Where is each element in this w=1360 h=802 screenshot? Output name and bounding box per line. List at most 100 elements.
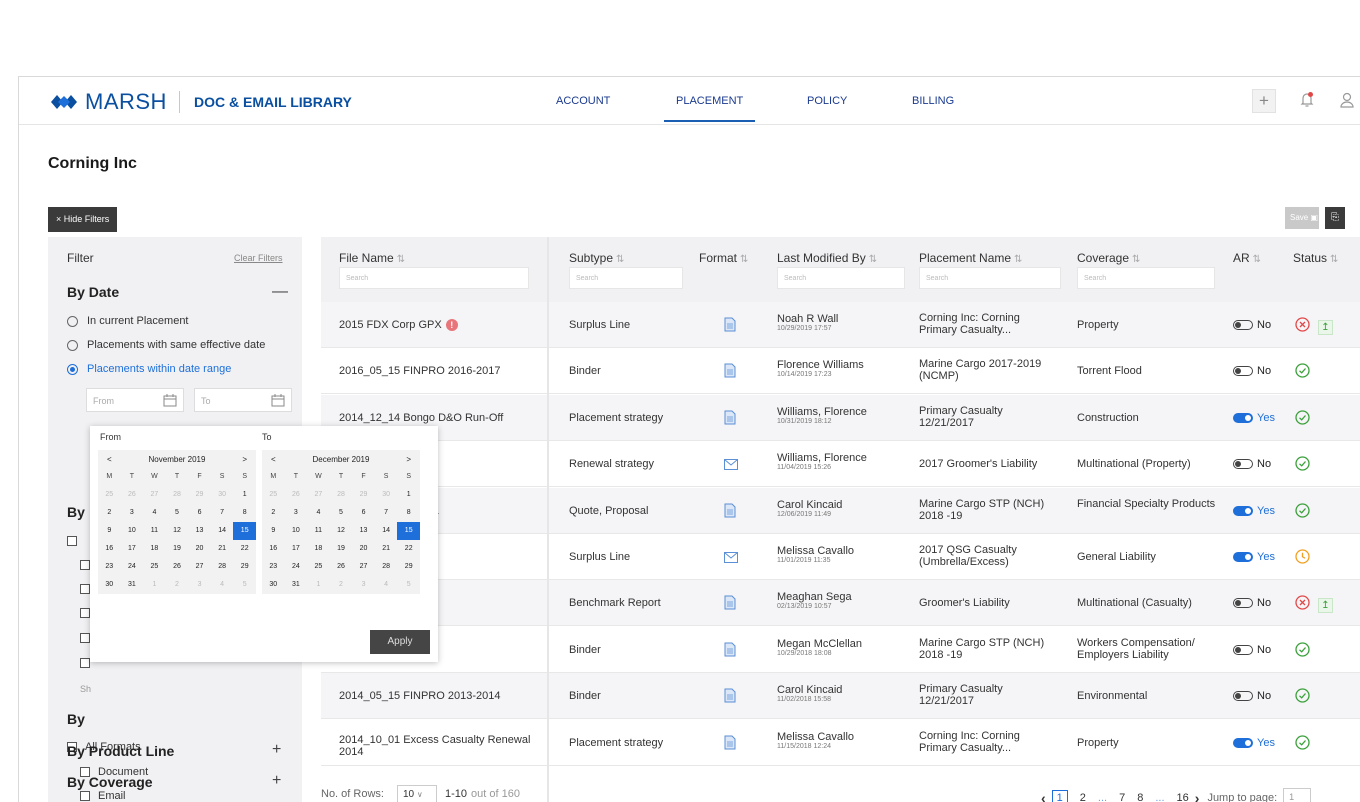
- calendar-day[interactable]: 25: [307, 558, 330, 576]
- file-name-cell[interactable]: 2016_05_15 FINPRO 2016-2017: [339, 365, 539, 377]
- table-row[interactable]: 2016_05_15 FINPRO 2016-2017 Binder Florenc…: [321, 348, 1360, 395]
- calendar-day[interactable]: 28: [375, 558, 398, 576]
- page-7-button[interactable]: 7: [1119, 792, 1125, 802]
- prev-month-button[interactable]: <: [107, 455, 112, 464]
- table-row[interactable]: x Umbrella RenewalBinderMegan McClellan1…: [321, 627, 1360, 673]
- calendar-day[interactable]: 17: [285, 540, 308, 558]
- from-date-input[interactable]: From: [86, 388, 184, 412]
- search-input[interactable]: Search: [919, 267, 1061, 289]
- ar-toggle[interactable]: Yes: [1233, 737, 1275, 749]
- email-icon[interactable]: [724, 459, 738, 473]
- upload-icon[interactable]: ↥: [1318, 597, 1333, 613]
- calendar-day[interactable]: 2: [98, 504, 121, 522]
- calendar-day[interactable]: 3: [121, 504, 144, 522]
- calendar-day[interactable]: 24: [285, 558, 308, 576]
- calendar-day[interactable]: 1: [233, 486, 256, 504]
- ar-toggle[interactable]: Yes: [1233, 505, 1275, 517]
- calendar-day[interactable]: 30: [262, 576, 285, 594]
- document-icon[interactable]: [724, 503, 736, 521]
- file-name-cell[interactable]: 2014_05_15 FINPRO 2013-2014: [339, 690, 539, 702]
- calendar-day[interactable]: 27: [143, 486, 166, 504]
- calendar-day[interactable]: 30: [375, 486, 398, 504]
- calendar-day[interactable]: 19: [330, 540, 353, 558]
- calendar-day[interactable]: 7: [211, 504, 234, 522]
- page-1-button[interactable]: 1: [1051, 789, 1068, 802]
- calendar-day[interactable]: 22: [233, 540, 256, 558]
- calendar-day[interactable]: 24: [121, 558, 144, 576]
- calendar-day[interactable]: 27: [307, 486, 330, 504]
- calendar-day[interactable]: 10: [121, 522, 144, 540]
- calendar-day[interactable]: 25: [98, 486, 121, 504]
- calendar-day[interactable]: 5: [330, 504, 353, 522]
- page-16-button[interactable]: 16: [1177, 792, 1189, 802]
- calendar-day[interactable]: 23: [262, 558, 285, 576]
- calendar-day[interactable]: 12: [330, 522, 353, 540]
- calendar-day[interactable]: 14: [375, 522, 398, 540]
- expand-icon[interactable]: +: [272, 741, 281, 759]
- calendar-day[interactable]: 4: [375, 576, 398, 594]
- calendar-day[interactable]: 15: [397, 522, 420, 540]
- marsh-logo[interactable]: MARSH: [49, 89, 167, 115]
- calendar-day[interactable]: 26: [285, 486, 308, 504]
- column-header-coverage[interactable]: Coverage ⇅: [1077, 251, 1140, 265]
- user-icon[interactable]: [1339, 91, 1355, 114]
- by-section-heading[interactable]: By: [67, 504, 85, 520]
- next-month-button[interactable]: >: [242, 455, 247, 464]
- next-month-button[interactable]: >: [406, 455, 411, 464]
- table-row[interactable]: 2015 FDX Corp GPX! Surplus Line Noah R Wal…: [321, 302, 1360, 348]
- nav-placement[interactable]: PLACEMENT: [664, 95, 756, 122]
- calendar-day[interactable]: 16: [262, 540, 285, 558]
- show-more-link[interactable]: Sh: [80, 684, 91, 694]
- ar-toggle[interactable]: No: [1233, 365, 1271, 377]
- calendar-day[interactable]: 29: [233, 558, 256, 576]
- table-row[interactable]: ion 05-15-2014!Benchmark ReportMeaghan S…: [321, 580, 1360, 627]
- checkbox-row[interactable]: [67, 536, 85, 546]
- bell-icon[interactable]: [1299, 91, 1315, 114]
- placement-name-cell[interactable]: Corning Inc: Corning Primary Casualty...: [919, 730, 1059, 754]
- calendar-day[interactable]: 6: [352, 504, 375, 522]
- placement-name-cell[interactable]: Primary Casualty 12/21/2017: [919, 683, 1059, 707]
- placement-name-cell[interactable]: 2017 QSG Casualty (Umbrella/Excess): [919, 544, 1059, 568]
- column-header-file-name[interactable]: File Name ⇅: [339, 251, 405, 265]
- search-input[interactable]: Search: [339, 267, 529, 289]
- calendar-day[interactable]: 4: [143, 504, 166, 522]
- calendar-day[interactable]: 12: [166, 522, 189, 540]
- calendar-day[interactable]: 11: [143, 522, 166, 540]
- file-name-cell[interactable]: 2014_10_01 Excess Casualty Renewal 2014: [339, 734, 539, 758]
- calendar-day[interactable]: 3: [188, 576, 211, 594]
- export-icon[interactable]: ⎘: [1325, 207, 1345, 229]
- search-input[interactable]: Search: [569, 267, 683, 289]
- calendar-day[interactable]: 9: [262, 522, 285, 540]
- table-row[interactable]: 2014_05_15 FINPRO 2013-2014 Binder Carol K…: [321, 673, 1360, 720]
- calendar-day[interactable]: 6: [188, 504, 211, 522]
- calendar-day[interactable]: 25: [143, 558, 166, 576]
- calendar-day[interactable]: 2: [262, 504, 285, 522]
- ar-toggle[interactable]: Yes: [1233, 412, 1275, 424]
- document-icon[interactable]: [724, 688, 736, 706]
- calendar-day[interactable]: 25: [262, 486, 285, 504]
- calendar-day[interactable]: 30: [211, 486, 234, 504]
- page-2-button[interactable]: 2: [1080, 792, 1086, 802]
- email-icon[interactable]: [724, 552, 738, 566]
- calendar-day[interactable]: 13: [188, 522, 211, 540]
- by-format-heading[interactable]: By: [67, 711, 85, 727]
- calendar-day[interactable]: 5: [166, 504, 189, 522]
- calendar-day[interactable]: 3: [352, 576, 375, 594]
- ar-toggle[interactable]: No: [1233, 690, 1271, 702]
- nav-policy[interactable]: POLICY: [807, 95, 847, 107]
- calendar-day[interactable]: 10: [285, 522, 308, 540]
- calendar-day[interactable]: 28: [211, 558, 234, 576]
- ar-toggle[interactable]: Yes: [1233, 551, 1275, 563]
- document-icon[interactable]: [724, 410, 736, 428]
- placement-name-cell[interactable]: Marine Cargo STP (NCH) 2018 -19: [919, 498, 1059, 522]
- upload-icon[interactable]: ↥: [1318, 319, 1333, 335]
- by-date-heading[interactable]: By Date: [67, 284, 119, 300]
- calendar-day[interactable]: 8: [397, 504, 420, 522]
- calendar-day[interactable]: 20: [188, 540, 211, 558]
- calendar-day[interactable]: 2: [166, 576, 189, 594]
- placement-name-cell[interactable]: Primary Casualty 12/21/2017: [919, 405, 1059, 429]
- calendar-day[interactable]: 15: [233, 522, 256, 540]
- file-name-cell[interactable]: 2014_12_14 Bongo D&O Run-Off: [339, 412, 539, 424]
- table-row[interactable]: p Personal UmbrellaQuote, ProposalCarol …: [321, 487, 1360, 534]
- next-page-icon[interactable]: ›: [1195, 790, 1200, 802]
